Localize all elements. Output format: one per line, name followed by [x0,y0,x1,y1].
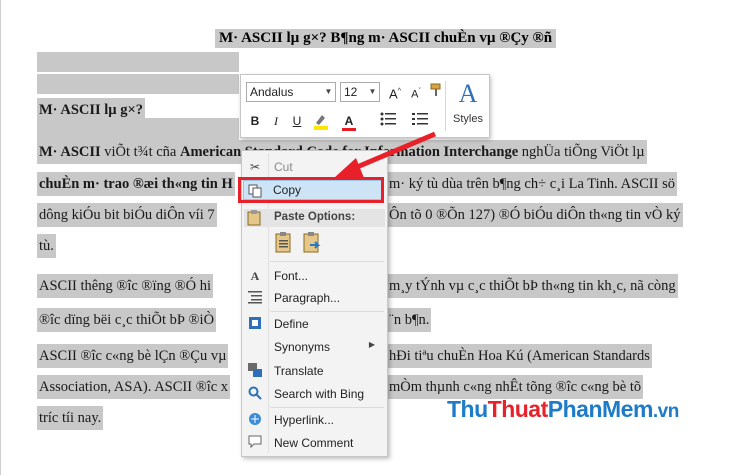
define-book-icon [247,316,263,332]
paragraph-line: ASCII ®­îc c«ng bè lÇn ®Çu vµ [37,344,229,368]
heading: M· ASCII lµ g×? [37,98,146,122]
text-run: viÕt t¾t cña [100,144,180,160]
paragraph-line: dông kiÓu bit biÓu diÔn víi 7 [37,203,217,227]
paste-special-icon[interactable] [302,231,324,255]
font-name-box[interactable]: Andalus ▼ [246,82,336,102]
paragraph-line: ¨n b¶n. [387,308,432,332]
watermark-text: Thuat [487,396,549,422]
menu-label: Translate [274,364,324,378]
font-name-value: Andalus [250,85,294,99]
paragraph-line: m¸y tÝnh vµ c¸c thiÕt bÞ th«ng tin kh¸c,… [387,274,678,298]
shrink-font-icon[interactable]: Aˇ [406,82,426,102]
menu-item-new-comment[interactable]: New Comment [244,432,385,454]
chevron-right-icon: ▶ [368,340,375,349]
styles-label: Styles [453,113,483,125]
font-color-label: A [344,114,354,128]
chevron-down-icon[interactable]: ▼ [322,83,335,101]
menu-label: Font... [274,269,309,283]
paragraph-line: tr­íc tíi nay. [37,406,104,430]
paragraph-line: Ôn tõ 0 ®Õn 127) ®Ó biÓu diÔn th«ng tin … [387,203,683,227]
annotation-arrow [334,131,436,178]
menu-item-define[interactable]: Define [244,313,385,335]
paste-options-header: Paste Options: [244,209,385,227]
format-painter-icon[interactable] [427,82,447,102]
clipboard-icon [247,210,261,229]
paragraph-line: tù. [37,234,56,258]
menu-label: Paragraph... [274,291,341,305]
selection-block [37,52,239,72]
watermark-text: PhanMem [547,396,654,422]
styles-button[interactable]: A Styles [449,79,487,133]
font-size-value: 12 [344,85,358,99]
document-title: M· ASCII lµ g×? B¶ng m· ASCII chuÈn vµ ®… [215,29,557,48]
font-icon: A [250,269,260,283]
paste-keep-text-icon[interactable] [274,231,296,255]
paragraph-line: chuÈn m· trao ®æi th«ng tin H [37,172,235,196]
menu-label: Define [274,317,309,331]
italic-button[interactable]: I [266,111,286,131]
text-run: nghÜa tiÕng ViÖt lµ [518,144,645,160]
menu-label: Paste Options: [274,211,356,223]
watermark-logo: ThuThuatPhanMem.vn [447,396,679,423]
menu-label: New Comment [274,436,354,450]
search-icon [247,386,263,402]
menu-item-font[interactable]: A Font... [244,265,385,287]
menu-label: Synonyms [274,340,331,354]
menu-separator [270,311,384,312]
chevron-down-icon[interactable]: ▼ [366,83,379,101]
paragraph-icon [247,290,263,306]
menu-separator [270,261,384,262]
styles-icon: A [458,79,478,108]
menu-item-search-bing[interactable]: Search with Bing [244,383,385,405]
menu-item-paragraph[interactable]: Paragraph... [244,287,385,309]
paragraph-line: Association, ASA). ASCII ®­îc x [37,375,231,399]
menu-separator [270,407,384,408]
hyperlink-icon [247,412,263,428]
comment-icon [247,435,263,451]
paragraph-line: hÐi tiªu chuÈn Hoa Kú (American Standard… [387,344,652,368]
menu-label: Hyperlink... [274,413,335,427]
menu-item-translate[interactable]: Translate [244,360,385,382]
divider [445,81,446,131]
menu-item-synonyms[interactable]: Synonyms ▶ [244,336,385,358]
paragraph-line: ®­îc dïng bëi c¸c thiÕt bÞ ®iÒ [37,308,217,332]
bold-button[interactable]: B [245,111,265,131]
paragraph-line: ASCII th­êng ®­îc ®ïng ®Ó hi [37,274,213,298]
grow-font-icon[interactable]: A^ [385,82,405,102]
font-size-box[interactable]: 12 ▼ [340,82,380,102]
underline-button[interactable]: U [287,111,307,131]
scissors-icon: ✂ [249,160,261,174]
term-bold: chuÈn m· trao ®æi th«ng tin H [39,176,233,192]
menu-label: Search with Bing [274,387,365,401]
selection-block [37,74,239,94]
term-bold: M· ASCII [39,144,101,160]
menu-item-hyperlink[interactable]: Hyperlink... [244,409,385,431]
translate-icon [247,363,263,379]
watermark-text: Thu [447,396,488,422]
watermark-text: .vn [652,401,679,422]
menu-label: Cut [274,160,293,174]
